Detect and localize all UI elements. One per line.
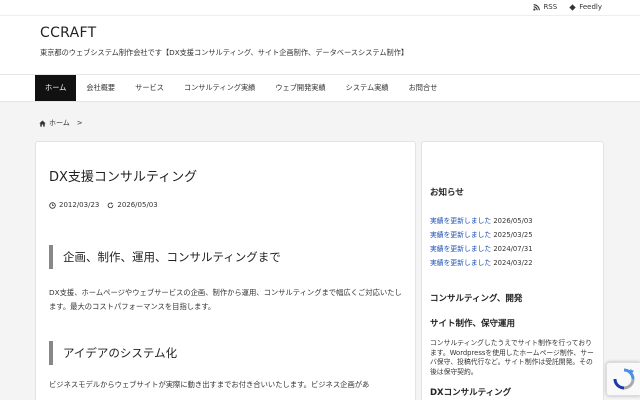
site-header: CCRAFT 東京都のウェブシステム制作会社です【DX支援コンサルティング、サイ… (0, 16, 640, 74)
news-link[interactable]: 実績を更新しました (430, 245, 491, 253)
news-item: 実績を更新しました 2024/03/22 (430, 256, 533, 270)
refresh-icon (108, 201, 114, 208)
updated-date-text: 2026/05/03 (117, 201, 158, 209)
breadcrumb-separator: > (76, 119, 83, 127)
services-heading-line1: コンサルティング、開発 (430, 294, 523, 304)
recaptcha-icon (613, 368, 634, 390)
news-item: 実績を更新しました 2024/07/31 (430, 242, 533, 256)
rss-label: RSS (543, 3, 558, 11)
updated-date: 2026/05/03 (107, 201, 158, 209)
services-description: コンサルティングしたうえでサイト制作を行っております。Wordpressを使用し… (430, 339, 594, 376)
published-date-text: 2012/03/23 (59, 201, 100, 209)
news-list: 実績を更新しました 2026/05/03 実績を更新しました 2025/03/2… (430, 214, 533, 270)
nav-item-company[interactable]: 会社概要 (76, 75, 125, 101)
section-body-systemization: ビジネスモデルからウェブサイトが実際に動き出すまでお付き合いいたします。ビジネス… (49, 380, 370, 389)
feed-links: RSS Feedly (533, 3, 602, 11)
home-icon (39, 120, 46, 127)
feedly-link[interactable]: Feedly (569, 3, 602, 11)
news-date: 2024/03/22 (493, 259, 533, 267)
breadcrumb-home-link[interactable]: ホーム (49, 118, 70, 128)
rss-icon (533, 3, 541, 11)
section-body-planning: DX支援、ホームページやウェブサービスの企画、制作から運用、コンサルティングまで… (49, 288, 402, 311)
site-tagline: 東京都のウェブシステム制作会社です【DX支援コンサルティング、サイト企画制作、デ… (40, 48, 409, 57)
news-date: 2026/05/03 (493, 217, 533, 225)
news-heading: お知らせ (430, 188, 464, 198)
dx-consulting-heading: DXコンサルティング (430, 388, 512, 398)
news-date: 2025/03/25 (493, 231, 533, 239)
breadcrumb: ホーム > (39, 118, 83, 128)
sidebar: お知らせ 実績を更新しました 2026/05/03 実績を更新しました 2025… (421, 141, 604, 400)
page-title: DX支援コンサルティング (49, 170, 198, 185)
rss-link[interactable]: RSS (533, 3, 557, 11)
section-heading-planning: 企画、制作、運用、コンサルティングまで (49, 245, 404, 269)
section-heading-systemization: アイデアのシステム化 (49, 341, 404, 365)
site-title[interactable]: CCRAFT (40, 25, 96, 41)
nav-item-consulting-works[interactable]: コンサルティング実績 (174, 75, 265, 101)
news-item: 実績を更新しました 2025/03/25 (430, 228, 533, 242)
main-navigation: ホーム 会社概要 サービス コンサルティング実績 ウェブ開発実績 システム実績 … (0, 74, 640, 102)
published-date: 2012/03/23 (49, 201, 99, 209)
nav-item-home[interactable]: ホーム (35, 75, 77, 101)
nav-item-contact[interactable]: お問合せ (399, 75, 448, 101)
nav-item-web-works[interactable]: ウェブ開発実績 (265, 75, 335, 101)
feedly-label: Feedly (579, 3, 602, 11)
nav-item-services[interactable]: サービス (125, 75, 174, 101)
news-item: 実績を更新しました 2026/05/03 (430, 214, 533, 228)
news-link[interactable]: 実績を更新しました (430, 259, 491, 267)
news-link[interactable]: 実績を更新しました (430, 217, 491, 225)
article-card: DX支援コンサルティング 2012/03/23 2026/05/03 企画、制作… (35, 141, 416, 400)
clock-icon (49, 201, 56, 209)
top-utility-bar: RSS Feedly (0, 0, 640, 16)
news-date: 2024/07/31 (493, 245, 533, 253)
post-dates: 2012/03/23 2026/05/03 (49, 201, 158, 209)
feedly-icon (569, 3, 576, 11)
news-link[interactable]: 実績を更新しました (430, 231, 491, 239)
recaptcha-badge[interactable] (606, 362, 640, 396)
services-heading-line2: サイト制作、保守運用 (430, 319, 516, 329)
nav-item-system-works[interactable]: システム実績 (336, 75, 399, 101)
